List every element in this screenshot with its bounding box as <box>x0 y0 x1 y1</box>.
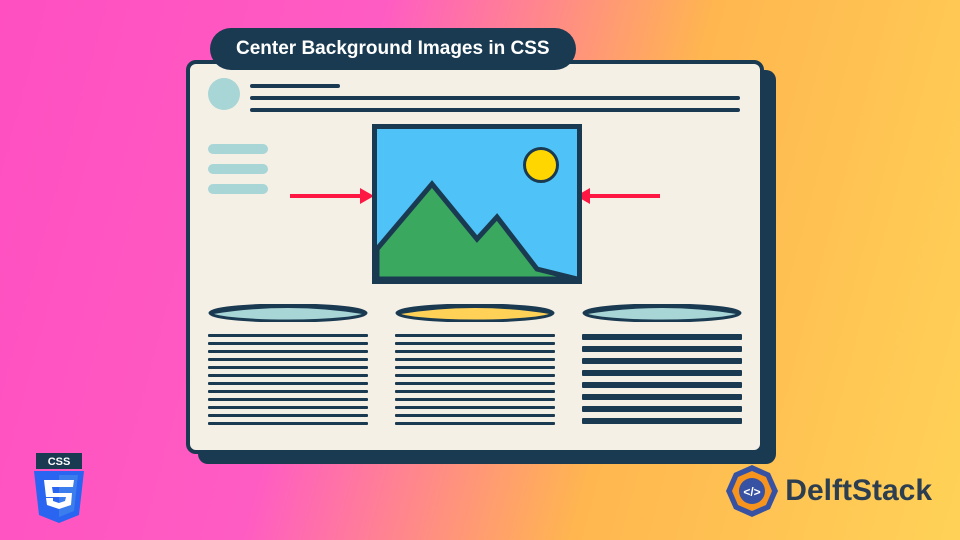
divider-row <box>208 304 742 322</box>
lens-divider-icon <box>395 304 555 322</box>
lens-divider-icon <box>582 304 742 322</box>
brand-text: DelftStack <box>785 474 932 508</box>
mountain-icon <box>377 129 577 279</box>
svg-text:</>: </> <box>744 485 761 499</box>
header-line <box>250 96 740 100</box>
svg-text:CSS: CSS <box>48 456 71 468</box>
lens-divider-icon <box>208 304 368 322</box>
arrow-right-icon <box>290 194 360 198</box>
text-columns <box>208 334 742 430</box>
page-title: Center Background Images in CSS <box>210 28 576 70</box>
browser-window <box>186 60 764 454</box>
side-line <box>208 184 268 194</box>
text-column <box>395 334 555 430</box>
header-line <box>250 108 740 112</box>
side-line <box>208 144 268 154</box>
text-column <box>582 334 742 430</box>
image-placeholder-icon <box>372 124 582 284</box>
css3-badge-icon: CSS <box>30 453 88 530</box>
side-line <box>208 164 268 174</box>
delftstack-logo: </> DelftStack <box>723 462 932 520</box>
arrow-left-icon <box>590 194 660 198</box>
text-column <box>208 334 368 430</box>
avatar-circle <box>208 78 240 110</box>
header-line <box>250 84 340 88</box>
delftstack-icon: </> <box>723 462 781 520</box>
